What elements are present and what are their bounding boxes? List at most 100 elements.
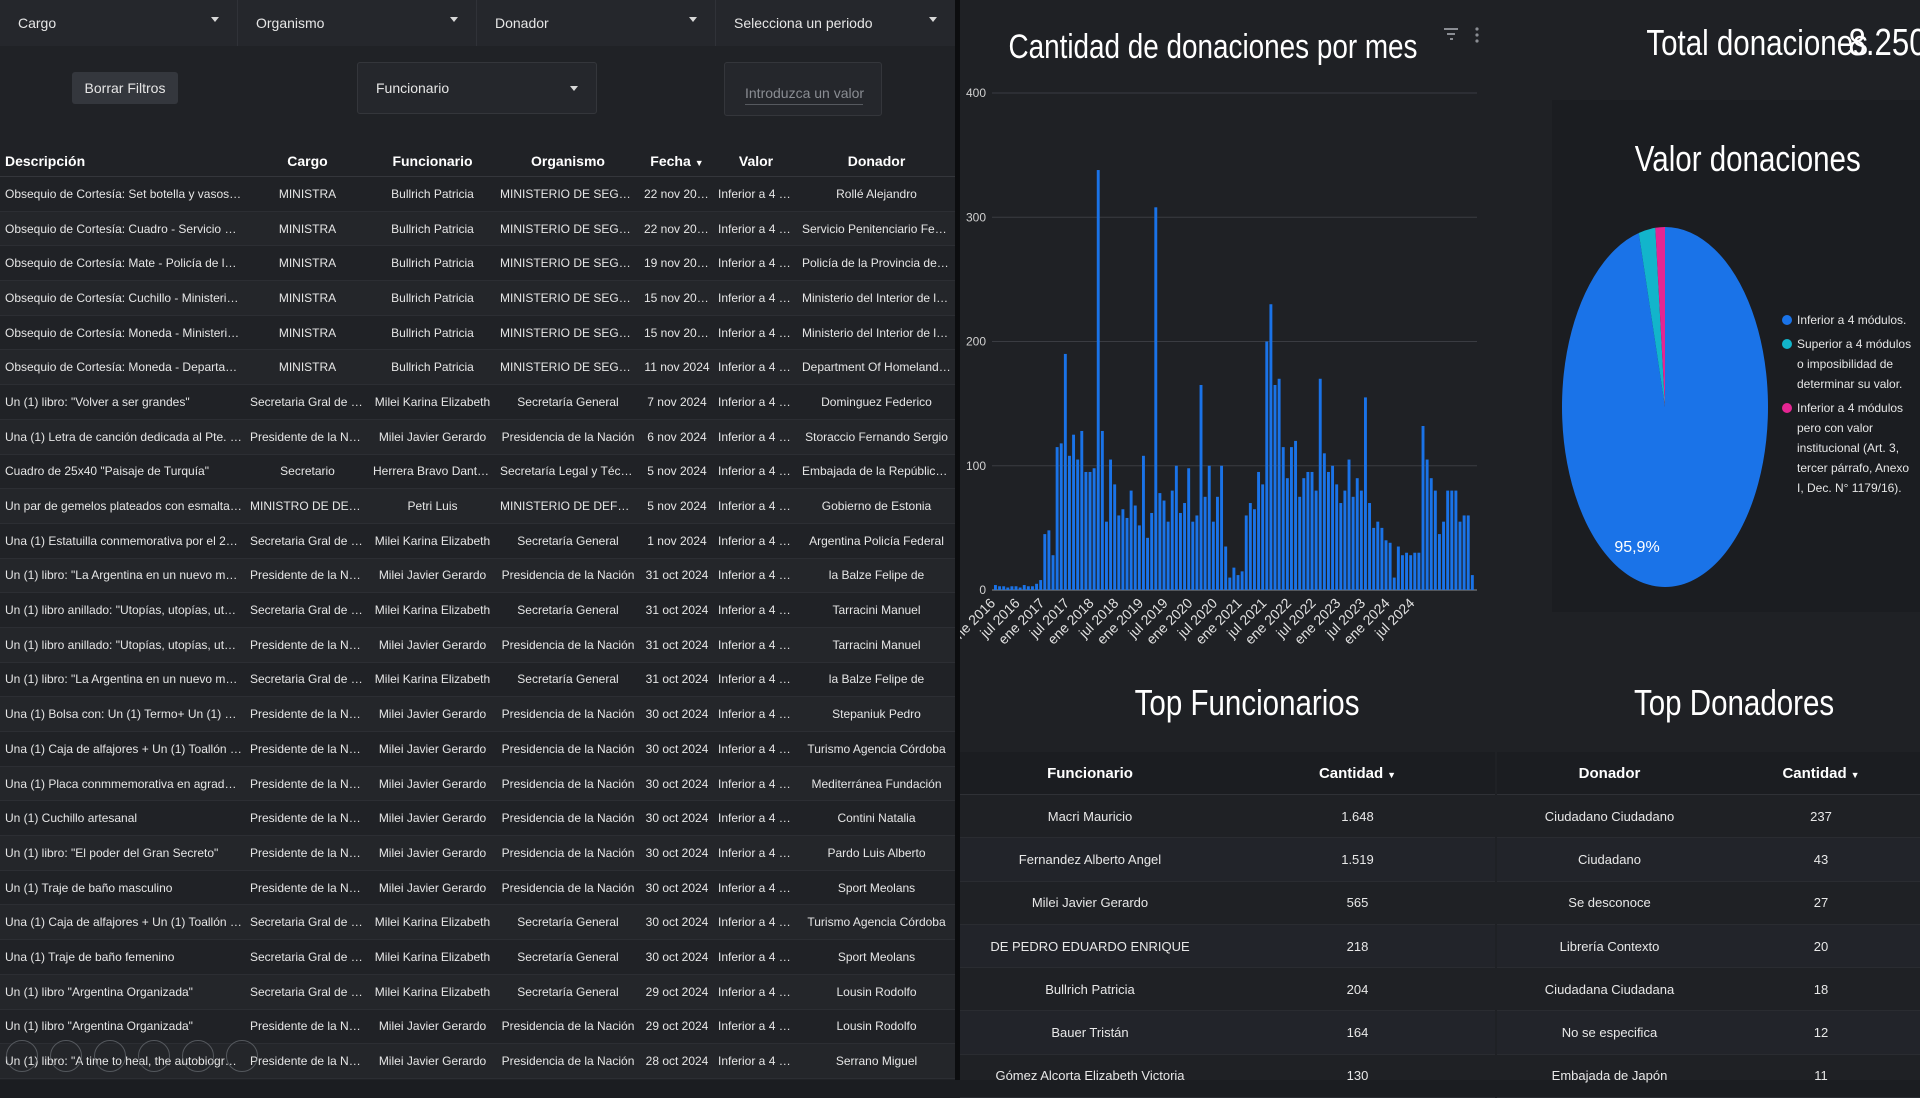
table-row[interactable]: Librería Contexto 20: [1497, 924, 1920, 969]
table-row[interactable]: Obsequio de Cortesía: Moneda - Ministeri…: [0, 315, 955, 351]
periodo-dropdown[interactable]: Selecciona un periodo: [716, 0, 955, 46]
table-row[interactable]: Fernandez Alberto Angel 1.519: [960, 837, 1495, 882]
funcionario-dropdown[interactable]: Funcionario: [357, 62, 597, 114]
bar[interactable]: [1125, 517, 1129, 590]
bar[interactable]: [1203, 496, 1207, 590]
borrar-filtros-button[interactable]: Borrar Filtros: [72, 72, 178, 104]
table-row[interactable]: Bullrich Patricia 204: [960, 967, 1495, 1012]
bar[interactable]: [1244, 515, 1248, 590]
table-row[interactable]: Se desconoce 27: [1497, 881, 1920, 925]
table-row[interactable]: No se especifica 12: [1497, 1010, 1920, 1055]
bar[interactable]: [1388, 542, 1392, 590]
bar[interactable]: [1187, 468, 1191, 590]
bar[interactable]: [1133, 505, 1137, 590]
bar[interactable]: [1092, 468, 1096, 590]
bar[interactable]: [1257, 471, 1261, 590]
bar[interactable]: [1146, 537, 1150, 590]
bar[interactable]: [1211, 521, 1215, 590]
bar[interactable]: [1072, 434, 1076, 590]
bar[interactable]: [1413, 552, 1417, 590]
bar[interactable]: [1043, 534, 1047, 590]
bar[interactable]: [1080, 430, 1084, 590]
table-row[interactable]: Obsequio de Cortesía: Set botella y vaso…: [0, 176, 955, 212]
bar[interactable]: [1096, 170, 1100, 591]
bar[interactable]: [998, 586, 1002, 590]
bar[interactable]: [1318, 378, 1322, 590]
bar[interactable]: [1277, 378, 1281, 590]
bar[interactable]: [1466, 515, 1470, 590]
bar[interactable]: [1331, 465, 1335, 590]
table-row[interactable]: Ciudadana Ciudadana 18: [1497, 967, 1920, 1012]
pie-slice[interactable]: [1562, 227, 1769, 587]
page-control-button[interactable]: [138, 1040, 170, 1072]
bar[interactable]: [1347, 459, 1351, 590]
bar[interactable]: [1396, 546, 1400, 590]
organismo-dropdown[interactable]: Organismo: [238, 0, 477, 46]
table-row[interactable]: Un (1) libro "Argentina Organizada" Secre…: [0, 974, 955, 1010]
bar[interactable]: [1199, 384, 1203, 590]
bar[interactable]: [1039, 580, 1043, 590]
bar[interactable]: [1368, 503, 1372, 590]
bar[interactable]: [1310, 471, 1314, 590]
bar[interactable]: [1158, 493, 1162, 590]
bar[interactable]: [1450, 490, 1454, 590]
bar[interactable]: [1224, 546, 1228, 590]
bar[interactable]: [994, 585, 997, 590]
bar[interactable]: [1327, 471, 1330, 590]
page-control-button[interactable]: [94, 1040, 126, 1072]
bar[interactable]: [1438, 534, 1441, 590]
bar[interactable]: [1018, 587, 1022, 590]
table-row[interactable]: Un (1) libro: "Volver a ser grandes" Secr…: [0, 384, 955, 420]
bar[interactable]: [1137, 525, 1141, 590]
bar[interactable]: [1269, 304, 1273, 590]
table-row[interactable]: Un (1) libro: "La Argentina en un nuevo …: [0, 662, 955, 698]
bar[interactable]: [1035, 583, 1039, 590]
bar[interactable]: [1174, 465, 1178, 590]
bar[interactable]: [1051, 555, 1055, 590]
legend-item[interactable]: Superior a 4 módulos o imposibilidad de …: [1782, 334, 1917, 394]
bar[interactable]: [1409, 555, 1413, 590]
table-row[interactable]: Un (1) libro anillado: "Utopías, utopías…: [0, 592, 955, 628]
bar[interactable]: [1191, 521, 1195, 590]
bar[interactable]: [1113, 484, 1117, 590]
bar[interactable]: [1306, 471, 1310, 590]
table-row[interactable]: Un (1) libro "Argentina Organizada" Presi…: [0, 1009, 955, 1045]
page-control-button[interactable]: [6, 1040, 38, 1072]
bar[interactable]: [1236, 575, 1240, 590]
bar[interactable]: [1425, 459, 1429, 590]
bar[interactable]: [1026, 586, 1030, 590]
table-row[interactable]: Ciudadano 43: [1497, 837, 1920, 882]
bar[interactable]: [1351, 496, 1355, 590]
bar[interactable]: [1076, 459, 1080, 590]
table-row[interactable]: Una (1) Caja de alfajores + Un (1) Toall…: [0, 731, 955, 767]
table-row[interactable]: Una (1) Traje de baño femenino Secretaria…: [0, 939, 955, 975]
table-row[interactable]: Una (1) Bolsa con: Un (1) Termo+ Un (1) …: [0, 696, 955, 732]
bar[interactable]: [1458, 521, 1462, 590]
bar[interactable]: [1154, 207, 1158, 590]
bar[interactable]: [1290, 447, 1293, 590]
table-row[interactable]: Una (1) Letra de canción dedicada al Pte…: [0, 419, 955, 455]
bar[interactable]: [1088, 471, 1092, 590]
table-row[interactable]: Un (1) Cuchillo artesanal Presidente de l…: [0, 800, 955, 837]
table-row[interactable]: Gómez Alcorta Elizabeth Victoria 130: [960, 1054, 1495, 1098]
bar[interactable]: [1417, 552, 1421, 590]
table-row[interactable]: Ciudadano Ciudadano 237: [1497, 794, 1920, 839]
table-row[interactable]: Una (1) Caja de alfajores + Un (1) Toall…: [0, 904, 955, 941]
bar[interactable]: [1401, 555, 1404, 590]
bar[interactable]: [1121, 509, 1125, 590]
table-row[interactable]: Obsequio de Cortesía: Mate - Policía de …: [0, 245, 955, 282]
bar[interactable]: [1162, 500, 1166, 590]
bar[interactable]: [1170, 490, 1174, 590]
bar[interactable]: [1228, 577, 1232, 590]
bar[interactable]: [1339, 503, 1343, 590]
bar[interactable]: [1068, 455, 1071, 590]
bar[interactable]: [1442, 521, 1446, 590]
col-header-descripcion[interactable]: Descripción: [0, 146, 246, 177]
bar[interactable]: [1454, 490, 1458, 590]
table-row[interactable]: Macri Mauricio 1.648: [960, 794, 1495, 839]
table-row[interactable]: Milei Javier Gerardo 565: [960, 881, 1495, 925]
bar[interactable]: [1240, 571, 1244, 590]
bar[interactable]: [1462, 515, 1466, 590]
bar[interactable]: [1142, 455, 1145, 590]
bar[interactable]: [1055, 447, 1059, 590]
